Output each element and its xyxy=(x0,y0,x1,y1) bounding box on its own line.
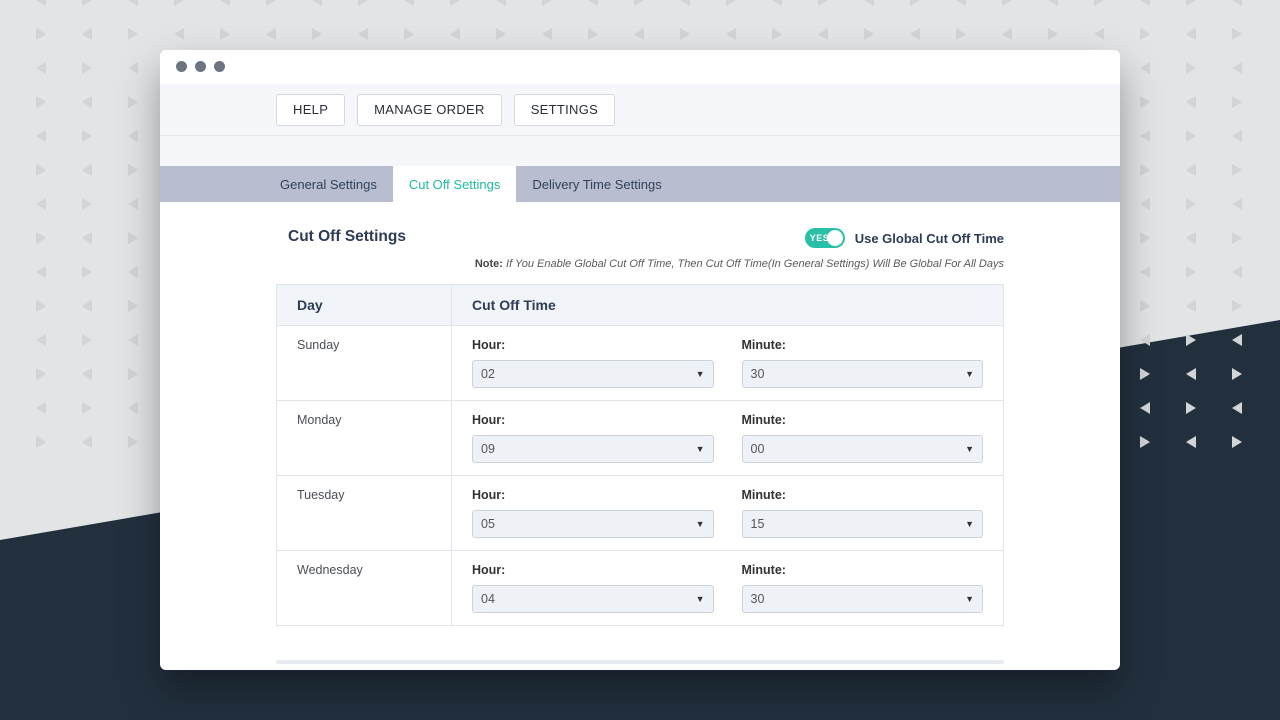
time-cell: Hour: 09 ▼ Minute: 00 ▼ xyxy=(452,401,1004,476)
table-row: Tuesday Hour: 05 ▼ Minute: 15 ▼ xyxy=(277,476,1004,551)
day-cell: Monday xyxy=(277,401,452,476)
table-row: Monday Hour: 09 ▼ Minute: 00 ▼ xyxy=(277,401,1004,476)
use-global-cutoff-toggle[interactable]: YES xyxy=(805,228,845,248)
bottom-divider xyxy=(276,660,1004,664)
note-prefix: Note: xyxy=(475,258,503,270)
minute-label: Minute: xyxy=(742,563,984,577)
window-dot-icon xyxy=(214,61,225,72)
toggle-knob-icon xyxy=(827,230,843,246)
chevron-down-icon: ▼ xyxy=(965,369,974,379)
hour-label: Hour: xyxy=(472,413,714,427)
toolbar-spacer xyxy=(160,136,1120,166)
hour-label: Hour: xyxy=(472,488,714,502)
hour-select[interactable]: 04 ▼ xyxy=(472,585,714,613)
select-value: 05 xyxy=(481,517,495,531)
minute-select[interactable]: 30 ▼ xyxy=(742,360,984,388)
help-button[interactable]: HELP xyxy=(276,94,345,126)
chevron-down-icon: ▼ xyxy=(696,519,705,529)
chevron-down-icon: ▼ xyxy=(965,444,974,454)
global-cutoff-note: Note: If You Enable Global Cut Off Time,… xyxy=(276,258,1004,270)
time-cell: Hour: 02 ▼ Minute: 30 ▼ xyxy=(452,326,1004,401)
window-dot-icon xyxy=(195,61,206,72)
select-value: 00 xyxy=(751,442,765,456)
note-text: If You Enable Global Cut Off Time, Then … xyxy=(506,258,1004,270)
minute-label: Minute: xyxy=(742,413,984,427)
tab-general-settings[interactable]: General Settings xyxy=(264,166,393,202)
cutoff-table: Day Cut Off Time Sunday Hour: 02 ▼ Minute: 30… xyxy=(276,284,1004,626)
day-cell: Wednesday xyxy=(277,551,452,626)
window-dot-icon xyxy=(176,61,187,72)
col-time-header: Cut Off Time xyxy=(452,285,1004,326)
select-value: 30 xyxy=(751,592,765,606)
minute-label: Minute: xyxy=(742,338,984,352)
window-titlebar xyxy=(160,50,1120,84)
table-row: Wednesday Hour: 04 ▼ Minute: 30 ▼ xyxy=(277,551,1004,626)
select-value: 09 xyxy=(481,442,495,456)
hour-select[interactable]: 02 ▼ xyxy=(472,360,714,388)
table-row: Sunday Hour: 02 ▼ Minute: 30 ▼ xyxy=(277,326,1004,401)
day-cell: Sunday xyxy=(277,326,452,401)
manage-order-button[interactable]: MANAGE ORDER xyxy=(357,94,502,126)
toggle-label: Use Global Cut Off Time xyxy=(855,231,1004,246)
select-value: 30 xyxy=(751,367,765,381)
main-toolbar: HELP MANAGE ORDER SETTINGS xyxy=(160,84,1120,136)
settings-button[interactable]: SETTINGS xyxy=(514,94,615,126)
content-area: Cut Off Settings YES Use Global Cut Off … xyxy=(160,202,1120,670)
hour-label: Hour: xyxy=(472,338,714,352)
minute-select[interactable]: 15 ▼ xyxy=(742,510,984,538)
day-cell: Tuesday xyxy=(277,476,452,551)
select-value: 02 xyxy=(481,367,495,381)
hour-select[interactable]: 09 ▼ xyxy=(472,435,714,463)
chevron-down-icon: ▼ xyxy=(696,369,705,379)
time-cell: Hour: 05 ▼ Minute: 15 ▼ xyxy=(452,476,1004,551)
chevron-down-icon: ▼ xyxy=(965,519,974,529)
hour-label: Hour: xyxy=(472,563,714,577)
chevron-down-icon: ▼ xyxy=(965,594,974,604)
minute-label: Minute: xyxy=(742,488,984,502)
hour-select[interactable]: 05 ▼ xyxy=(472,510,714,538)
chevron-down-icon: ▼ xyxy=(696,594,705,604)
time-cell: Hour: 04 ▼ Minute: 30 ▼ xyxy=(452,551,1004,626)
minute-select[interactable]: 00 ▼ xyxy=(742,435,984,463)
tab-cut-off-settings[interactable]: Cut Off Settings xyxy=(393,166,517,202)
chevron-down-icon: ▼ xyxy=(696,444,705,454)
tab-delivery-time-settings[interactable]: Delivery Time Settings xyxy=(516,166,677,202)
page-title: Cut Off Settings xyxy=(288,228,406,246)
minute-select[interactable]: 30 ▼ xyxy=(742,585,984,613)
col-day-header: Day xyxy=(277,285,452,326)
select-value: 15 xyxy=(751,517,765,531)
app-window: HELP MANAGE ORDER SETTINGS General Setti… xyxy=(160,50,1120,670)
settings-tabbar: General Settings Cut Off Settings Delive… xyxy=(160,166,1120,202)
select-value: 04 xyxy=(481,592,495,606)
